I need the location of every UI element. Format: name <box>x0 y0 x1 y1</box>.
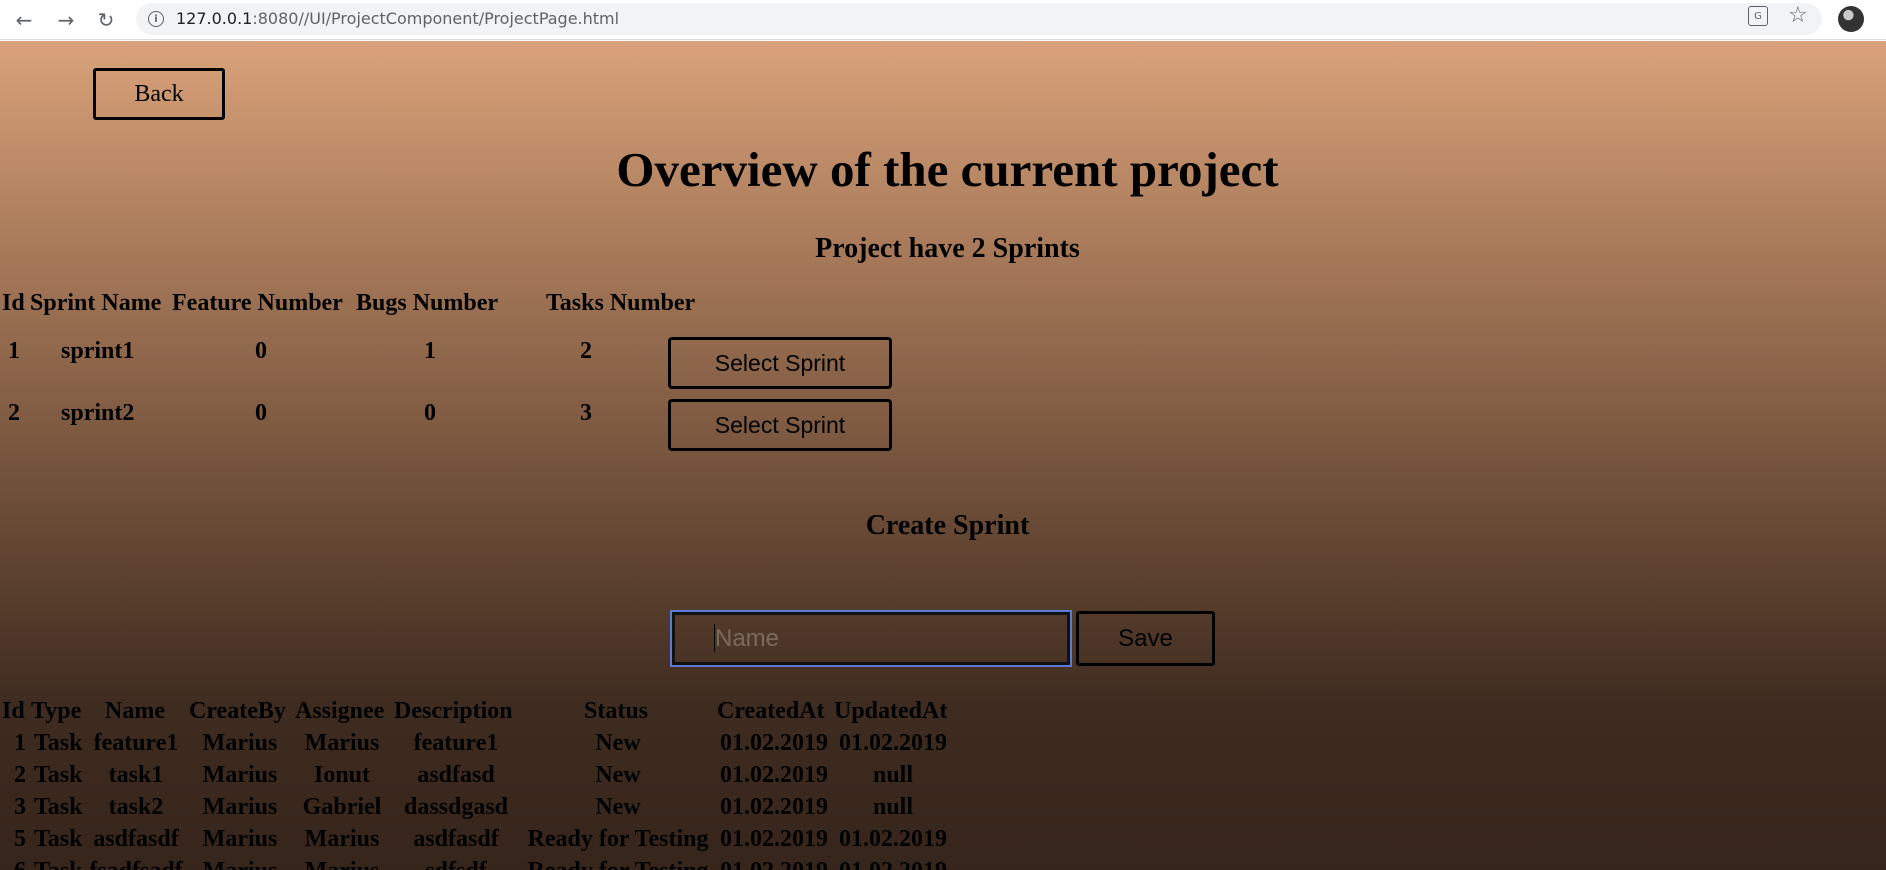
task-id: 5 <box>14 826 26 852</box>
url-path: :8080//UI/ProjectComponent/ProjectPage.h… <box>252 9 620 28</box>
header-feature-number: Feature Number <box>172 290 343 316</box>
header-bugs-number: Bugs Number <box>356 290 499 316</box>
header-name: Name <box>105 698 165 724</box>
task-assignee: Marius <box>304 730 380 756</box>
task-type: Task <box>34 826 83 852</box>
url-text[interactable]: 127.0.0.1:8080//UI/ProjectComponent/Proj… <box>176 9 619 28</box>
task-create-by: Marius <box>202 794 278 820</box>
task-description: sdfsdf <box>425 858 486 870</box>
site-info-icon[interactable]: i <box>148 11 164 27</box>
back-button[interactable]: Back <box>93 68 225 120</box>
sprint-name: sprint2 <box>61 400 135 426</box>
header-id: Id <box>2 698 25 724</box>
task-assignee: Ionut <box>313 762 371 788</box>
header-type: Type <box>31 698 82 724</box>
forward-arrow-icon[interactable]: → <box>52 6 80 34</box>
header-created-at: CreatedAt <box>717 698 825 724</box>
task-type: Task <box>34 762 83 788</box>
task-created-at: 01.02.2019 <box>720 730 828 756</box>
sprint-id: 1 <box>8 338 20 364</box>
task-updated-at: null <box>872 794 914 820</box>
header-tasks-number: Tasks Number <box>546 290 696 316</box>
sprint-feature-number: 0 <box>255 400 267 426</box>
task-type: Task <box>34 794 83 820</box>
text-caret <box>714 624 715 652</box>
task-name: asdfasdf <box>93 826 179 852</box>
url-host: 127.0.0.1 <box>176 9 253 28</box>
task-description: asdfasd <box>417 762 495 788</box>
task-create-by: Marius <box>202 762 278 788</box>
task-status: New <box>595 730 641 756</box>
task-status: Ready for Testing <box>527 826 709 852</box>
task-name: task1 <box>108 762 164 788</box>
save-button[interactable]: Save <box>1076 611 1215 666</box>
task-created-at: 01.02.2019 <box>720 826 828 852</box>
page-title: Overview of the current project <box>616 142 1279 197</box>
task-id: 3 <box>14 794 26 820</box>
task-type: Task <box>34 730 83 756</box>
sprint-feature-number: 0 <box>255 338 267 364</box>
task-assignee: Marius <box>304 826 380 852</box>
task-created-at: 01.02.2019 <box>720 858 828 870</box>
task-updated-at: 01.02.2019 <box>839 858 947 870</box>
header-create-by: CreateBy <box>189 698 286 724</box>
address-bar[interactable]: i 127.0.0.1:8080//UI/ProjectComponent/Pr… <box>136 3 1822 35</box>
sprint-tasks-number: 2 <box>580 338 592 364</box>
select-sprint-button[interactable]: Select Sprint <box>668 399 892 451</box>
task-id: 1 <box>14 730 26 756</box>
sprint-count-heading: Project have 2 Sprints <box>815 233 1080 264</box>
task-description: asdfasdf <box>413 826 499 852</box>
task-description: feature1 <box>413 730 499 756</box>
header-id: Id <box>2 290 25 316</box>
header-sprint-name: Sprint Name <box>30 290 162 316</box>
select-sprint-button[interactable]: Select Sprint <box>668 337 892 389</box>
sprint-tasks-number: 3 <box>580 400 592 426</box>
task-updated-at: 01.02.2019 <box>839 730 947 756</box>
reload-icon[interactable]: ↻ <box>92 6 120 34</box>
header-assignee: Assignee <box>295 698 385 724</box>
browser-toolbar: ← → ↻ i 127.0.0.1:8080//UI/ProjectCompon… <box>0 0 1886 40</box>
translate-icon[interactable]: G <box>1748 6 1768 26</box>
task-created-at: 01.02.2019 <box>720 762 828 788</box>
task-name: fsadfsadf <box>89 858 182 870</box>
task-description: dassdgasd <box>403 794 509 820</box>
page-content: Back Overview of the current project Pro… <box>0 41 1886 870</box>
task-name: feature1 <box>93 730 179 756</box>
task-create-by: Marius <box>202 730 278 756</box>
back-arrow-icon[interactable]: ← <box>10 6 38 34</box>
task-create-by: Marius <box>203 858 278 870</box>
header-updated-at: UpdatedAt <box>834 698 948 724</box>
sprint-name-input[interactable] <box>670 610 1072 667</box>
task-status: New <box>595 794 641 820</box>
profile-avatar[interactable] <box>1838 6 1864 32</box>
task-status: Ready for Testing <box>528 858 709 870</box>
sprint-name: sprint1 <box>61 338 135 364</box>
task-name: task2 <box>108 794 164 820</box>
sprint-bugs-number: 0 <box>424 400 436 426</box>
task-create-by: Marius <box>202 826 278 852</box>
bookmark-star-icon[interactable]: ☆ <box>1788 3 1808 28</box>
task-status: New <box>595 762 641 788</box>
header-description: Description <box>394 698 513 724</box>
sprint-id: 2 <box>8 400 20 426</box>
task-updated-at: 01.02.2019 <box>839 826 947 852</box>
task-id: 2 <box>14 762 26 788</box>
task-assignee: Gabriel <box>302 794 382 820</box>
task-id: 6 <box>14 858 26 870</box>
sprint-bugs-number: 1 <box>424 338 436 364</box>
task-assignee: Marius <box>305 858 380 870</box>
task-type: Task <box>34 858 83 870</box>
create-sprint-heading: Create Sprint <box>865 510 1030 541</box>
header-status: Status <box>584 698 649 724</box>
task-created-at: 01.02.2019 <box>720 794 828 820</box>
task-updated-at: null <box>872 762 914 788</box>
